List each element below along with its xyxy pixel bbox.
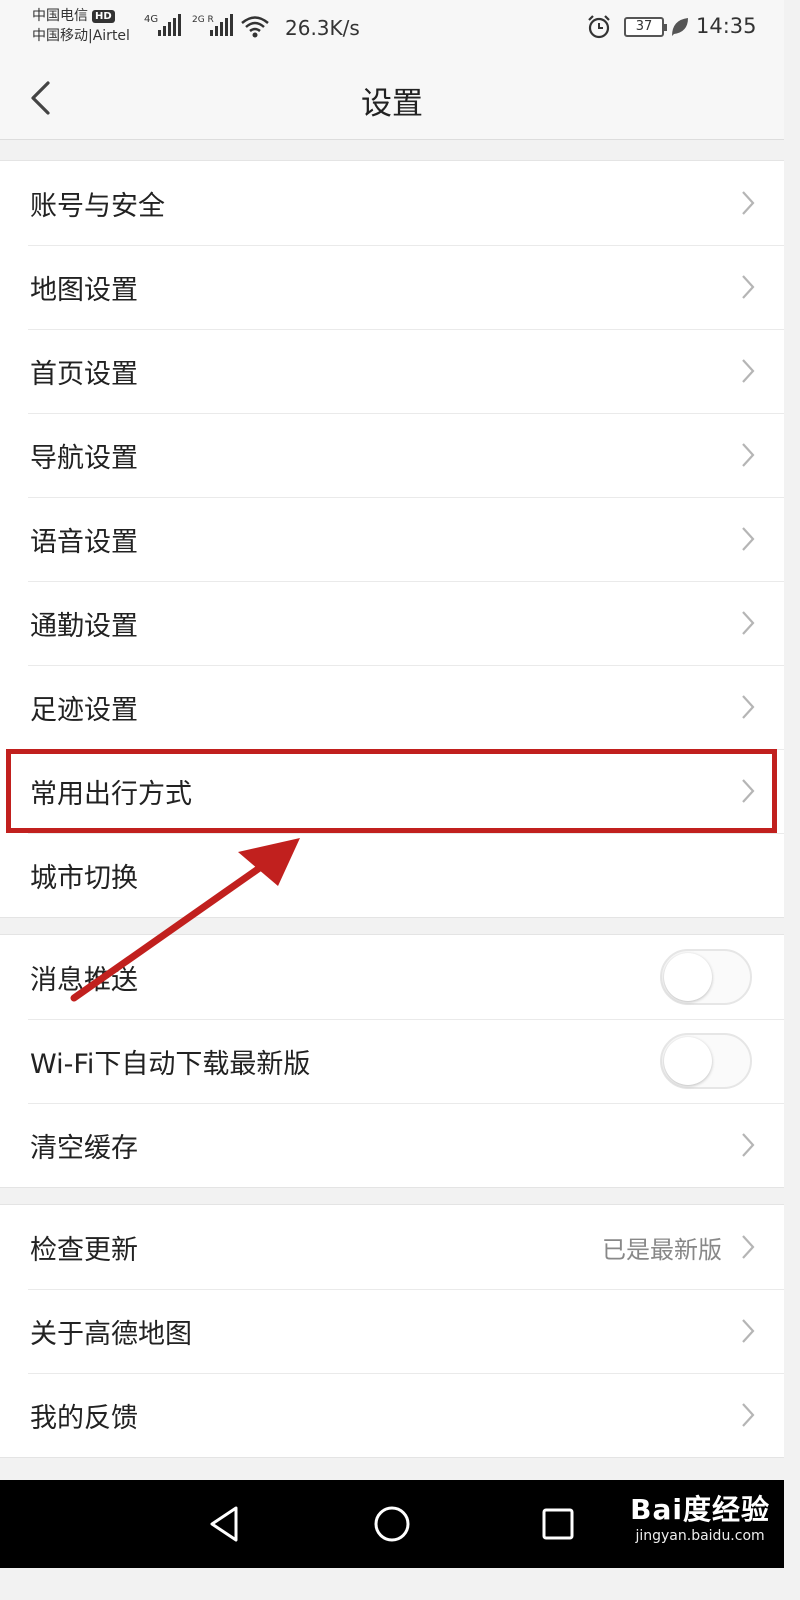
row-label: 账号与安全 bbox=[30, 190, 165, 222]
status-time: 14:35 bbox=[696, 14, 757, 38]
row-my-feedback[interactable]: 我的反馈 bbox=[0, 1373, 784, 1457]
system-home-button[interactable] bbox=[368, 1500, 416, 1548]
settings-group-general: 账号与安全 地图设置 首页设置 导航设置 语音设置 通勤设置 足迹设置 常用出行… bbox=[0, 160, 784, 918]
signal-icon-2: 2G R bbox=[192, 12, 236, 46]
power-saving-leaf-icon bbox=[670, 16, 690, 42]
page-title: 设置 bbox=[361, 86, 423, 122]
row-clear-cache[interactable]: 清空缓存 bbox=[0, 1103, 784, 1187]
watermark-brand: Bai度经验 bbox=[630, 1493, 770, 1526]
triangle-back-icon bbox=[210, 1506, 238, 1542]
chevron-right-icon bbox=[742, 275, 755, 299]
row-city-switch[interactable]: 城市切换 bbox=[0, 833, 784, 917]
alarm-icon bbox=[586, 14, 612, 44]
row-label: 通勤设置 bbox=[30, 610, 138, 642]
row-label: 消息推送 bbox=[30, 964, 138, 996]
chevron-right-icon bbox=[742, 359, 755, 383]
system-recents-button[interactable] bbox=[534, 1500, 582, 1548]
chevron-right-icon bbox=[742, 695, 755, 719]
circle-home-icon bbox=[374, 1506, 410, 1542]
row-label: 语音设置 bbox=[30, 526, 138, 558]
net-speed: 26.3K/s bbox=[285, 16, 360, 40]
row-navigation-settings[interactable]: 导航设置 bbox=[0, 413, 784, 497]
row-account-security[interactable]: 账号与安全 bbox=[0, 161, 784, 245]
row-voice-settings[interactable]: 语音设置 bbox=[0, 497, 784, 581]
settings-group-app: 消息推送 Wi-Fi下自动下载最新版 清空缓存 bbox=[0, 934, 784, 1188]
row-label: 导航设置 bbox=[30, 442, 138, 474]
toggle-knob bbox=[664, 1037, 712, 1085]
toggle-knob bbox=[664, 953, 712, 1001]
row-footprint-settings[interactable]: 足迹设置 bbox=[0, 665, 784, 749]
chevron-right-icon bbox=[742, 611, 755, 635]
row-label: 清空缓存 bbox=[30, 1132, 138, 1164]
system-back-button[interactable] bbox=[200, 1500, 248, 1548]
status-bar: 中国电信 HD 中国移动|Airtel 4G 2G R 26.3K/s 37 1… bbox=[0, 0, 784, 56]
chevron-right-icon bbox=[742, 1319, 755, 1343]
row-travel-mode[interactable]: 常用出行方式 bbox=[0, 749, 784, 833]
row-label: 检查更新 bbox=[30, 1234, 138, 1266]
chevron-right-icon bbox=[742, 779, 755, 803]
row-label: 我的反馈 bbox=[30, 1402, 138, 1434]
system-nav-bar: Bai度经验 jingyan.baidu.com bbox=[0, 1480, 784, 1568]
row-label: Wi-Fi下自动下载最新版 bbox=[30, 1048, 311, 1080]
push-notifications-toggle[interactable] bbox=[660, 949, 752, 1005]
carrier-1: 中国电信 bbox=[32, 8, 88, 24]
chevron-right-icon bbox=[742, 1235, 755, 1259]
baidu-jingyan-watermark: Bai度经验 jingyan.baidu.com bbox=[630, 1488, 770, 1544]
network-type-1: 4G bbox=[144, 14, 158, 25]
wifi-auto-download-toggle[interactable] bbox=[660, 1033, 752, 1089]
row-label: 关于高德地图 bbox=[30, 1318, 192, 1350]
carrier-2: 中国移动|Airtel bbox=[32, 28, 130, 44]
chevron-right-icon bbox=[742, 443, 755, 467]
network-type-2: 2G R bbox=[192, 15, 214, 25]
row-wifi-auto-download: Wi-Fi下自动下载最新版 bbox=[0, 1019, 784, 1103]
chevron-right-icon bbox=[742, 1133, 755, 1157]
carrier-info: 中国电信 HD 中国移动|Airtel bbox=[32, 6, 130, 46]
row-label: 城市切换 bbox=[30, 862, 138, 894]
row-push-notifications: 消息推送 bbox=[0, 935, 784, 1019]
row-label: 常用出行方式 bbox=[30, 778, 192, 810]
chevron-right-icon bbox=[742, 191, 755, 215]
battery-indicator: 37 bbox=[624, 17, 667, 37]
watermark-url: jingyan.baidu.com bbox=[635, 1528, 765, 1544]
signal-icon-1: 4G bbox=[144, 12, 184, 46]
chevron-right-icon bbox=[742, 1403, 755, 1427]
update-status: 已是最新版 bbox=[602, 1235, 722, 1264]
hd-badge: HD bbox=[92, 9, 115, 23]
row-home-settings[interactable]: 首页设置 bbox=[0, 329, 784, 413]
row-label: 地图设置 bbox=[30, 274, 138, 306]
row-about-amap[interactable]: 关于高德地图 bbox=[0, 1289, 784, 1373]
row-label: 足迹设置 bbox=[30, 694, 138, 726]
wifi-icon bbox=[240, 14, 270, 44]
nav-bar: 设置 bbox=[0, 56, 784, 140]
row-check-update[interactable]: 检查更新 已是最新版 bbox=[0, 1205, 784, 1289]
row-map-settings[interactable]: 地图设置 bbox=[0, 245, 784, 329]
row-commute-settings[interactable]: 通勤设置 bbox=[0, 581, 784, 665]
square-recents-icon bbox=[542, 1508, 574, 1540]
row-label: 首页设置 bbox=[30, 358, 138, 390]
settings-group-about: 检查更新 已是最新版 关于高德地图 我的反馈 bbox=[0, 1204, 784, 1458]
chevron-right-icon bbox=[742, 527, 755, 551]
